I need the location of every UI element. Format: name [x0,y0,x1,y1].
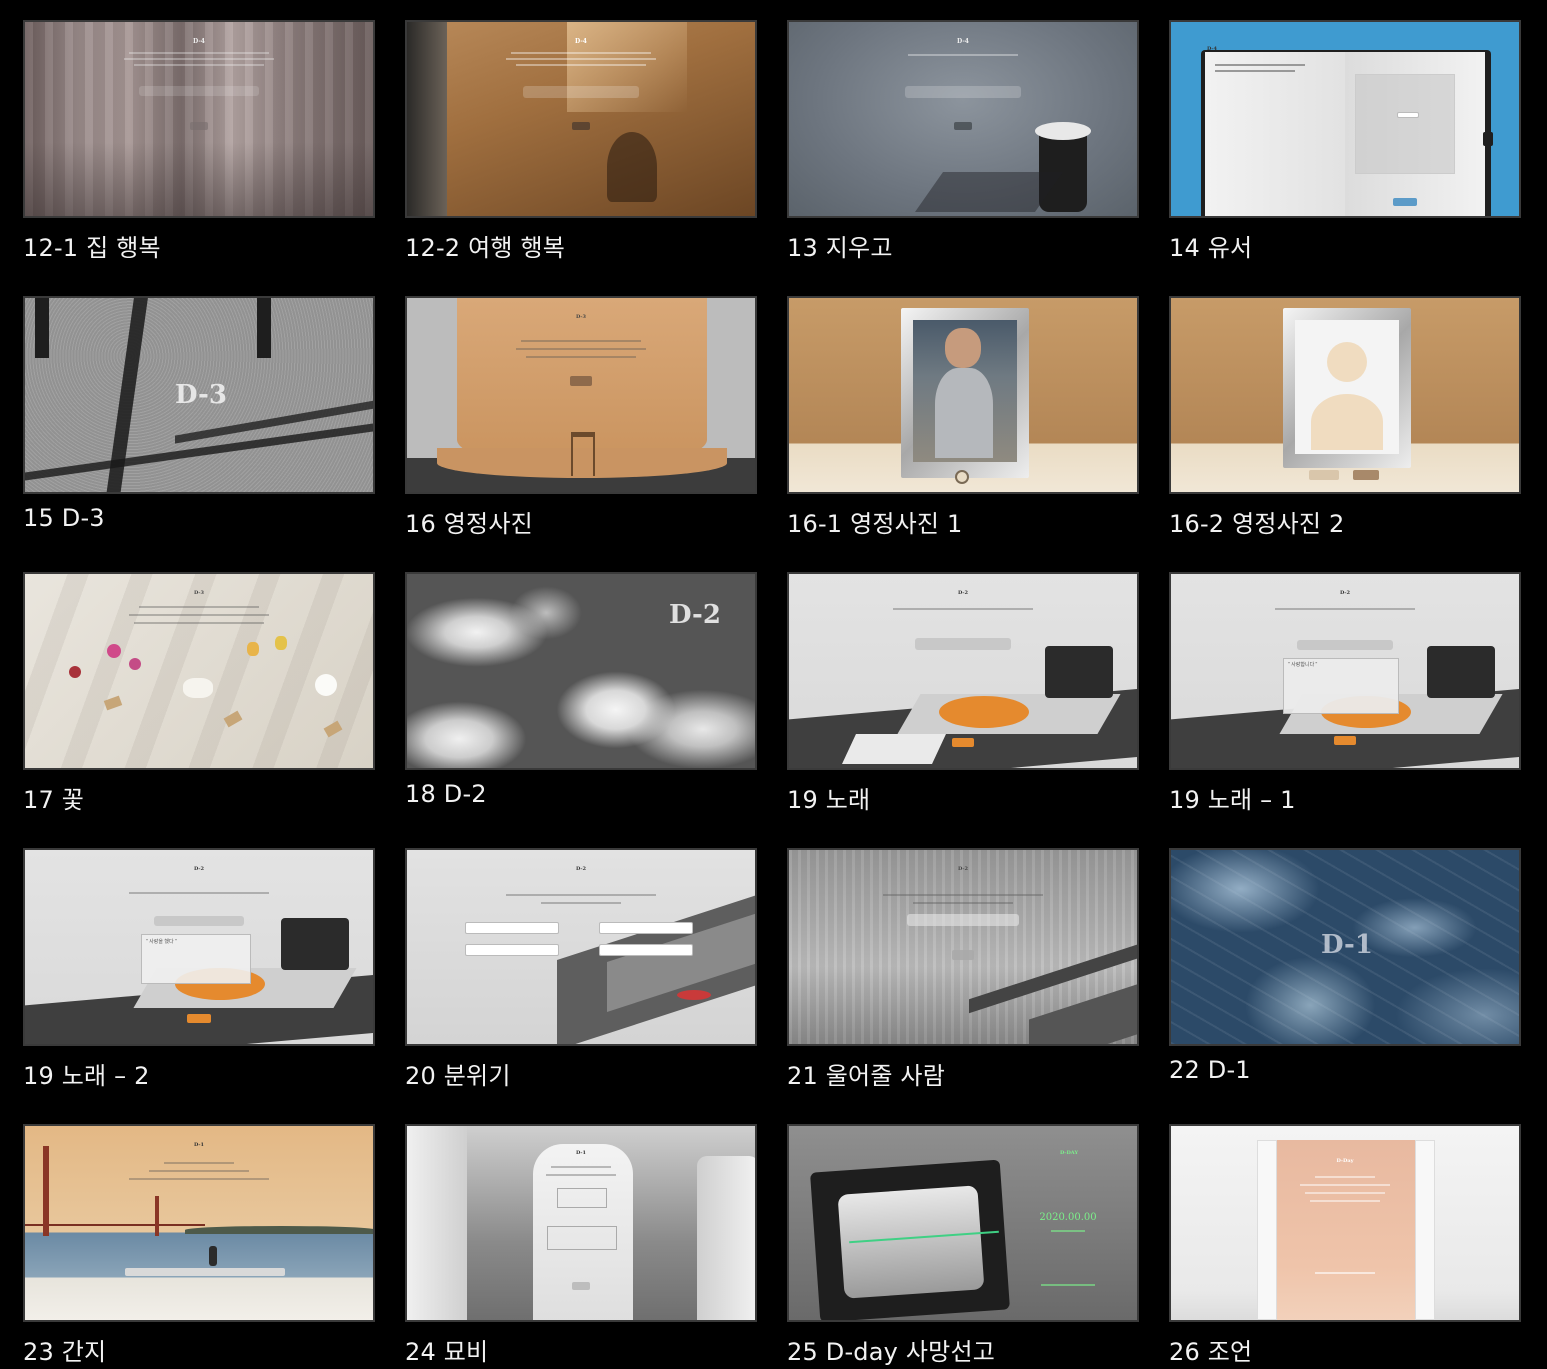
song-dropdown[interactable]: " 사랑합니다 " [1283,658,1399,714]
d-label: D-4 [193,38,205,45]
song-option[interactable]: " 사랑합니다 " [1288,661,1394,668]
thumbnail[interactable]: D-2 [787,572,1139,770]
big-d-label: D-3 [175,380,227,410]
thumbnail[interactable]: D-1 [23,1124,375,1322]
thumbnail[interactable]: D-1 [405,1124,757,1322]
caption: 19 노래 [787,786,871,814]
d-label: D-2 [194,866,204,872]
d-label: D-4 [575,38,587,45]
caption: 18 D-2 [405,780,487,808]
caption: 14 유서 [1169,234,1253,262]
song-selected[interactable]: " 사랑을 했다 " [141,934,251,984]
d-label: D-1 [576,1150,586,1156]
thumbnail[interactable]: D-DAY 2020.00.00 [787,1124,1139,1322]
caption: 22 D-1 [1169,1056,1251,1084]
d-label: D-3 [576,314,586,320]
caption: 15 D-3 [23,504,105,532]
thumbnail[interactable]: D-3 [405,296,757,494]
thumbnail[interactable]: D-2 [405,572,757,770]
song-option: " 사랑을 했다 " [146,939,177,945]
caption: 25 D-day 사망선고 [787,1338,996,1366]
d-label: D-2 [1340,590,1350,596]
thumbnail[interactable]: D-3 [23,296,375,494]
thumbnail[interactable]: D-4 [1169,20,1521,218]
caption: 19 노래 – 2 [23,1062,150,1090]
d-label: D-4 [1207,46,1217,52]
thumbnail[interactable]: D-2 " 사랑을 했다 " [23,848,375,1046]
d-label: D-Day [1336,1158,1354,1164]
caption: 23 간지 [23,1338,107,1366]
caption: 26 조언 [1169,1338,1253,1366]
d-label: D-DAY [1059,1150,1079,1156]
death-date: 2020.00.00 [1039,1212,1097,1223]
d-label: D-2 [576,866,586,872]
d-label: D-2 [958,590,968,596]
thumbnail[interactable]: D-2 [787,848,1139,1046]
caption: 19 노래 – 1 [1169,786,1296,814]
d-label: D-3 [194,590,204,596]
thumbnail[interactable]: D-3 [23,572,375,770]
d-label: D-1 [194,1142,204,1148]
caption: 13 지우고 [787,234,893,262]
thumbnail[interactable]: D-4 [23,20,375,218]
d-label: D-4 [957,38,969,45]
caption: 12-1 집 행복 [23,234,161,262]
thumbnail[interactable] [1169,296,1521,494]
big-d-label: D-1 [1321,930,1373,960]
thumbnail[interactable] [787,296,1139,494]
caption: 24 묘비 [405,1338,489,1366]
caption: 17 꽃 [23,786,85,814]
thumbnail[interactable]: D-1 [1169,848,1521,1046]
thumbnail[interactable]: D-2 [405,848,757,1046]
caption: 21 울어줄 사람 [787,1062,945,1090]
caption: 16-1 영정사진 1 [787,510,963,538]
caption: 16-2 영정사진 2 [1169,510,1345,538]
thumbnail[interactable]: D-4 [787,20,1139,218]
big-d-label: D-2 [669,600,721,630]
d-label: D-2 [958,866,968,872]
thumbnail[interactable]: D-4 [405,20,757,218]
thumbnail[interactable]: D-2 " 사랑합니다 " [1169,572,1521,770]
caption: 16 영정사진 [405,510,533,538]
caption: 12-2 여행 행복 [405,234,566,262]
caption: 20 분위기 [405,1062,511,1090]
thumbnail[interactable]: D-Day [1169,1124,1521,1322]
